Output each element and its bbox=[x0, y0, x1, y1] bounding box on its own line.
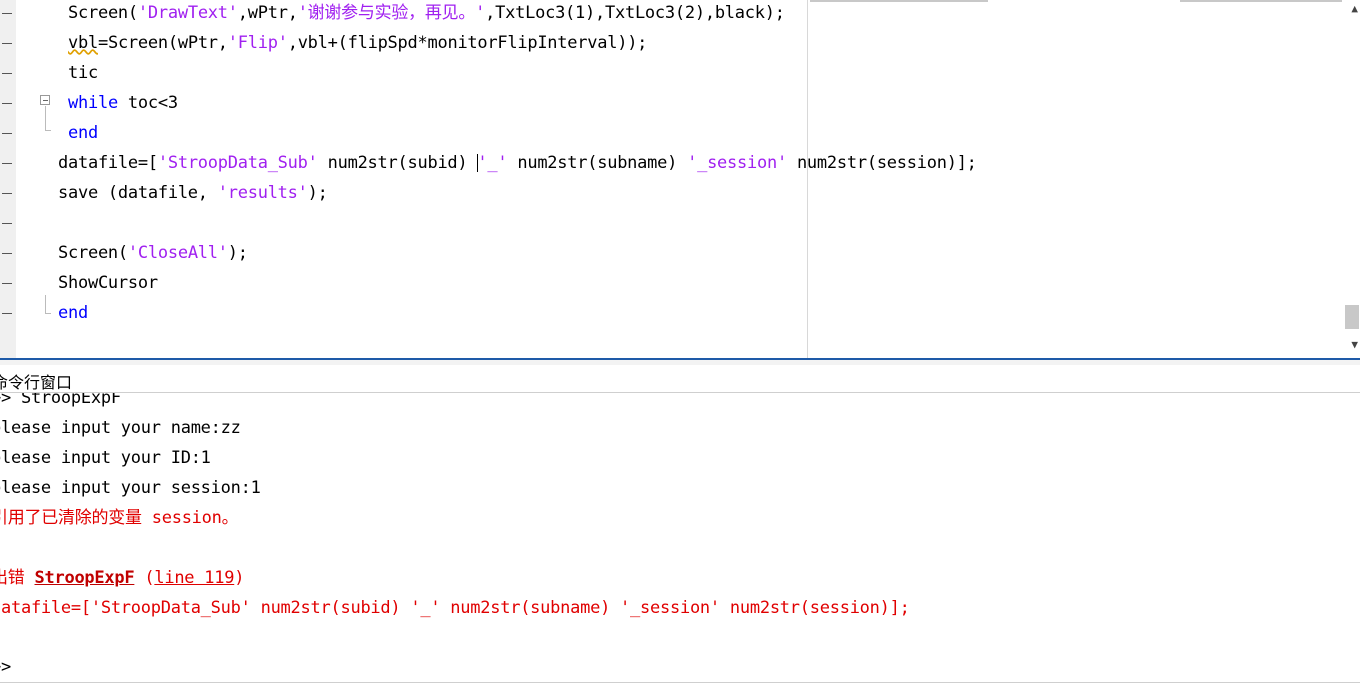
code-token: '_session' bbox=[687, 153, 787, 173]
line-marker bbox=[2, 43, 12, 44]
bottom-border bbox=[0, 682, 1360, 683]
code-line: while toc<3 bbox=[68, 93, 178, 113]
code-token: =Screen(wPtr, bbox=[97, 33, 228, 53]
top-scroll-strip-2 bbox=[1180, 0, 1342, 2]
code-token: 'StroopData_Sub' bbox=[157, 153, 318, 173]
fold-guide-hidden bbox=[55, 0, 56, 20]
error-location: 出错 StroopExpF (line 119) bbox=[0, 568, 244, 588]
code-token: tic bbox=[68, 63, 98, 83]
scroll-down-icon[interactable]: ▼ bbox=[1351, 338, 1358, 351]
scroll-up-icon[interactable]: ▲ bbox=[1351, 2, 1358, 15]
code-token: Screen( bbox=[68, 3, 138, 23]
code-token: ); bbox=[307, 183, 328, 203]
error-function-link[interactable]: StroopExpF bbox=[35, 568, 135, 588]
output-line: please input your ID:1 bbox=[0, 448, 211, 468]
code-token: '谢谢参与实验，再见。' bbox=[297, 3, 486, 23]
code-line: ShowCursor bbox=[58, 273, 158, 293]
line-marker bbox=[2, 73, 12, 74]
function-fold-end bbox=[45, 313, 51, 314]
line-marker bbox=[2, 223, 12, 224]
error-code-line: datafile=['StroopData_Sub' num2str(subid… bbox=[0, 598, 910, 618]
line-marker bbox=[2, 313, 12, 314]
scroll-thumb[interactable] bbox=[1345, 305, 1359, 329]
command-prompt[interactable]: >> bbox=[0, 657, 11, 677]
code-line: Screen('DrawText',wPtr,'谢谢参与实验，再见。',TxtL… bbox=[68, 3, 785, 23]
line-marker bbox=[2, 283, 12, 284]
fold-toggle-icon[interactable] bbox=[40, 95, 50, 105]
code-token: datafile=[ bbox=[58, 153, 158, 173]
code-token: 'results' bbox=[217, 183, 308, 203]
code-line: tic bbox=[68, 63, 98, 83]
error-location-prefix: 出错 bbox=[0, 568, 25, 588]
fold-guide bbox=[45, 106, 46, 130]
editor-gutter bbox=[0, 0, 16, 358]
line-marker bbox=[2, 133, 12, 134]
command-prompt-line: >> StroopExpF bbox=[0, 393, 121, 408]
code-token: toc<3 bbox=[117, 93, 178, 113]
code-token: ,TxtLoc3(1),TxtLoc3(2),black); bbox=[485, 3, 785, 23]
command-window-title: 命令行窗口 bbox=[0, 373, 73, 392]
code-line: save (datafile, 'results'); bbox=[58, 183, 328, 203]
code-token: Screen( bbox=[58, 243, 128, 263]
right-margin-line bbox=[807, 0, 808, 358]
command-window[interactable]: >> StroopExpF please input your name:zz … bbox=[0, 393, 1360, 684]
line-marker bbox=[2, 13, 12, 14]
code-token: ShowCursor bbox=[58, 273, 158, 293]
code-token: ,wPtr, bbox=[237, 3, 298, 23]
editor-vertical-scrollbar[interactable]: ▲ ▼ bbox=[1344, 0, 1360, 358]
line-marker bbox=[2, 253, 12, 254]
output-line: please input your name:zz bbox=[0, 418, 241, 438]
code-token: num2str(subname) bbox=[507, 153, 688, 173]
top-scroll-strip bbox=[810, 0, 988, 2]
code-token: num2str(subid) bbox=[317, 153, 478, 173]
code-token: 'DrawText' bbox=[137, 3, 238, 23]
code-line: vbl=Screen(wPtr,'Flip',vbl+(flipSpd*moni… bbox=[68, 33, 647, 53]
code-token: end bbox=[68, 123, 98, 143]
code-token: '_' bbox=[477, 153, 508, 173]
line-marker bbox=[2, 103, 12, 104]
code-line: end bbox=[68, 123, 98, 143]
code-line: Screen('CloseAll'); bbox=[58, 243, 248, 263]
code-line: end bbox=[58, 303, 88, 323]
code-token: vbl bbox=[68, 33, 98, 53]
code-token: num2str(session)]; bbox=[786, 153, 977, 173]
code-line: datafile=['StroopData_Sub' num2str(subid… bbox=[58, 153, 977, 173]
command-window-header: 命令行窗口 bbox=[0, 365, 1360, 393]
code-token: end bbox=[58, 303, 88, 323]
function-fold-guide bbox=[45, 295, 46, 313]
code-token: 'Flip' bbox=[227, 33, 288, 53]
line-marker bbox=[2, 163, 12, 164]
code-token: 'CloseAll' bbox=[127, 243, 228, 263]
fold-end-mark bbox=[45, 130, 51, 131]
line-marker bbox=[2, 193, 12, 194]
code-token: ,vbl+(flipSpd*monitorFlipInterval)); bbox=[287, 33, 648, 53]
error-line-link[interactable]: line 119 bbox=[154, 568, 234, 588]
code-editor[interactable]: Screen('DrawText',wPtr,'谢谢参与实验，再见。',TxtL… bbox=[0, 0, 1360, 358]
code-token: save (datafile, bbox=[58, 183, 218, 203]
output-line: please input your session:1 bbox=[0, 478, 261, 498]
error-message: 引用了已清除的变量 session。 bbox=[0, 508, 239, 528]
code-token: while bbox=[68, 93, 118, 113]
code-token: ); bbox=[227, 243, 248, 263]
